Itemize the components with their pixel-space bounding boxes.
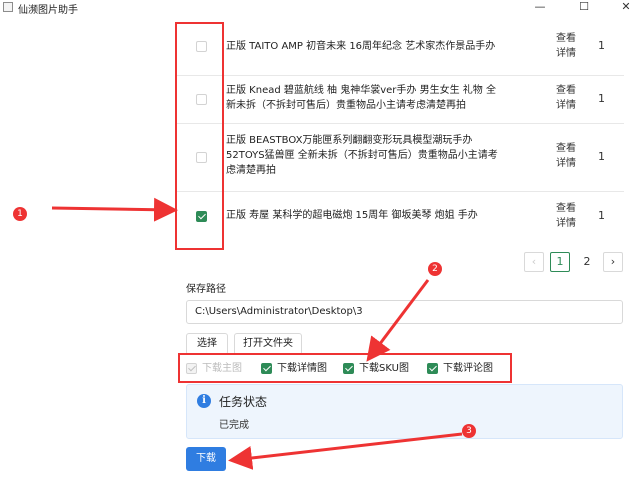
annotation-marker-1: 1 [13,207,27,221]
annotation-arrows [51,197,463,470]
annotation-marker-3: 3 [462,424,476,438]
arrow-to-download [228,432,463,470]
annotation-marker-2: 2 [428,262,442,276]
arrow-to-checkbox [51,197,178,222]
arrow-to-options [366,279,430,362]
